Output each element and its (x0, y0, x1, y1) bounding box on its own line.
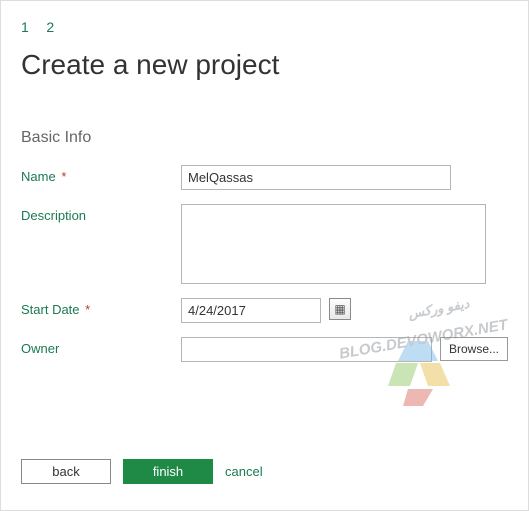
owner-input[interactable] (181, 337, 432, 362)
name-input[interactable] (181, 165, 451, 190)
page-title: Create a new project (21, 49, 508, 81)
description-input[interactable] (181, 204, 486, 284)
row-description: Description (21, 204, 508, 284)
cancel-link[interactable]: cancel (225, 464, 263, 479)
required-mark: * (85, 302, 90, 317)
required-mark: * (61, 169, 66, 184)
label-start-date: Start Date * (21, 298, 181, 317)
row-owner: Owner Browse... (21, 337, 508, 362)
date-picker-button[interactable]: ▦ (329, 298, 351, 320)
calendar-icon: ▦ (334, 303, 345, 315)
browse-button[interactable]: Browse... (440, 337, 508, 361)
step-1[interactable]: 1 (21, 19, 29, 35)
start-date-input[interactable] (181, 298, 321, 323)
label-owner: Owner (21, 337, 181, 356)
label-start-date-text: Start Date (21, 302, 80, 317)
step-2[interactable]: 2 (46, 19, 54, 35)
label-name-text: Name (21, 169, 56, 184)
row-start-date: Start Date * ▦ (21, 298, 508, 323)
label-description: Description (21, 204, 181, 223)
label-name: Name * (21, 165, 181, 184)
row-name: Name * (21, 165, 508, 190)
wizard-steps: 1 2 (21, 19, 508, 35)
section-title: Basic Info (21, 129, 508, 147)
finish-button[interactable]: finish (123, 459, 213, 484)
back-button[interactable]: back (21, 459, 111, 484)
button-bar: back finish cancel (21, 459, 263, 484)
